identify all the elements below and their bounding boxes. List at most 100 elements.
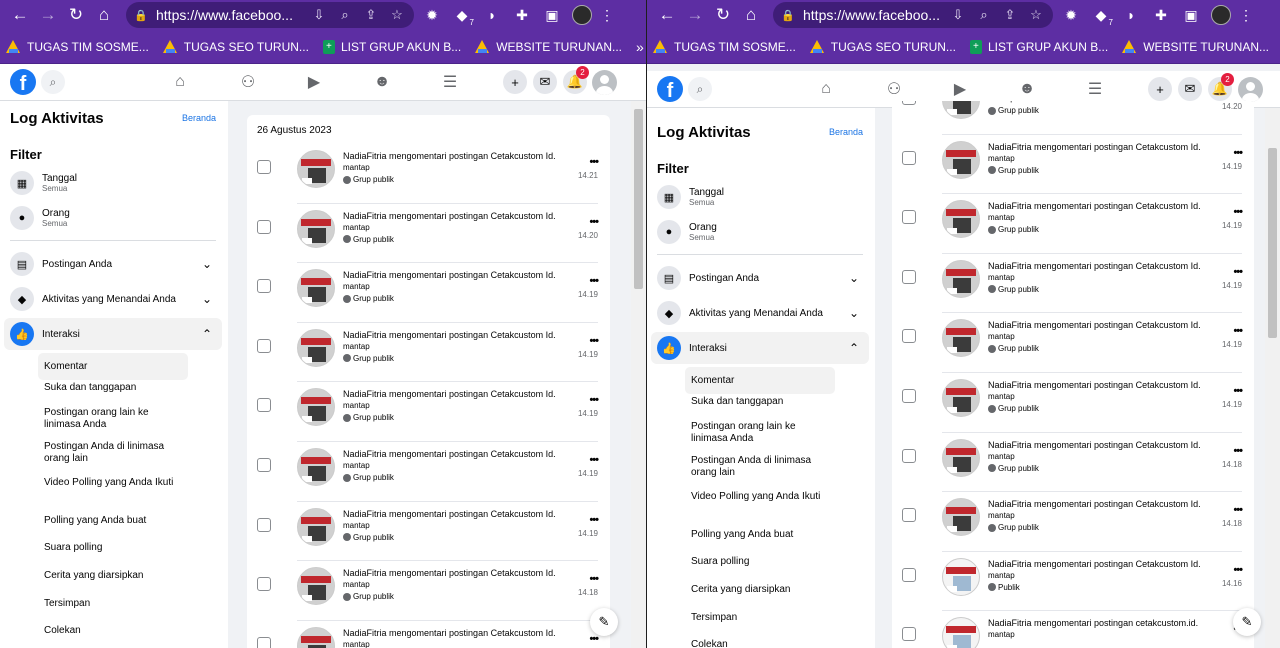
sidebar-section-aktivitas-menandai[interactable]: ◆ Aktivitas yang Menandai Anda ⌄ (651, 297, 869, 329)
row-checkbox[interactable] (257, 398, 271, 413)
back-button[interactable]: ← (6, 1, 34, 29)
sidebar-subitem[interactable]: Suara polling (38, 541, 188, 555)
more-options-icon[interactable]: ••• (589, 394, 599, 406)
more-options-icon[interactable]: ••• (589, 216, 599, 228)
bookmark-item[interactable]: TUGAS TIM SOSME... (653, 40, 796, 54)
row-checkbox[interactable] (902, 508, 916, 523)
bookmark-item[interactable]: WEBSITE TURUNAN... (1122, 40, 1269, 54)
scrollbar-thumb[interactable] (1268, 148, 1277, 338)
activity-row[interactable]: NadiaFitria mengomentari postingan Cetak… (247, 144, 610, 204)
activity-row[interactable]: NadiaFitria mengomentari postingan Cetak… (247, 204, 610, 264)
activity-row[interactable]: NadiaFitria mengomentari postingan Cetak… (892, 373, 1254, 433)
activity-row[interactable]: NadiaFitria mengomentari postingan Cetak… (892, 492, 1254, 552)
more-options-icon[interactable]: ••• (589, 633, 599, 645)
more-options-icon[interactable]: ••• (589, 454, 599, 466)
filter-orang[interactable]: ● Orang Semua (657, 218, 862, 246)
home-nav-icon[interactable]: ⌂ (167, 70, 193, 94)
facebook-search-button[interactable]: ⌕ (41, 70, 65, 94)
groups-nav-icon[interactable]: ☻ (1014, 77, 1040, 101)
home-nav-icon[interactable]: ⌂ (813, 77, 839, 101)
row-checkbox[interactable] (902, 389, 916, 403)
more-options-icon[interactable]: ••• (1233, 504, 1243, 516)
sidebar-subitem[interactable]: Cerita yang diarsipkan (38, 569, 188, 583)
forward-button[interactable]: → (34, 1, 62, 29)
watch-nav-icon[interactable]: ▶ (301, 70, 327, 94)
activity-row[interactable]: NadiaFitria mengomentari postingan Cetak… (247, 263, 610, 323)
facebook-profile-avatar[interactable] (592, 70, 617, 95)
filter-tanggal[interactable]: ▦ Tanggal Semua (657, 183, 862, 211)
row-checkbox[interactable] (902, 150, 916, 165)
facebook-logo-icon[interactable]: f (657, 76, 683, 102)
messenger-icon[interactable]: ✉ (533, 70, 557, 94)
more-options-icon[interactable]: ••• (1233, 325, 1243, 337)
zoom-icon[interactable]: ⌕ (975, 7, 993, 23)
browser-profile-avatar[interactable] (1209, 3, 1233, 27)
home-button[interactable]: ⌂ (737, 1, 765, 29)
beranda-link[interactable]: Beranda (829, 127, 863, 137)
row-checkbox[interactable] (257, 338, 271, 353)
sidebar-subitem[interactable]: Tersimpan (38, 597, 188, 611)
activity-row[interactable]: NadiaFitria mengomentari postingan Cetak… (247, 442, 610, 502)
sidebar-section-postingan[interactable]: ▤ Postingan Anda ⌄ (651, 262, 869, 294)
activity-row[interactable]: NadiaFitria mengomentari postingan Cetak… (892, 552, 1254, 612)
friends-nav-icon[interactable]: ⚇ (881, 77, 907, 101)
activity-row[interactable]: NadiaFitria mengomentari postingan Cetak… (892, 433, 1254, 493)
sidebar-subitem[interactable]: Komentar (38, 353, 188, 380)
activity-row[interactable]: NadiaFitria mengomentari postingan Cetak… (892, 135, 1254, 195)
bookmark-item[interactable]: TUGAS TIM SOSME... (6, 40, 149, 54)
activity-row[interactable]: NadiaFitria mengomentari postingan Cetak… (247, 323, 610, 383)
row-checkbox[interactable] (257, 517, 271, 532)
activity-row[interactable]: NadiaFitria mengomentari postingan Cetak… (892, 254, 1254, 314)
sidebar-subitem[interactable]: Polling yang Anda buat (38, 514, 188, 528)
filter-orang[interactable]: ● Orang Semua (10, 204, 215, 232)
address-bar[interactable]: 🔒 https://www.faceboo... ⇩ ⌕ ⇪ ☆ (126, 2, 414, 28)
more-options-icon[interactable]: ••• (1233, 385, 1243, 397)
sidebar-section-postingan[interactable]: ▤ Postingan Anda ⌄ (4, 248, 222, 280)
row-checkbox[interactable] (902, 567, 916, 582)
new-message-button[interactable]: ✎ (1233, 608, 1261, 636)
bookmark-item[interactable]: WEBSITE TURUNAN... (475, 40, 622, 54)
settings-extension-icon[interactable]: ✹ (420, 3, 444, 27)
filter-tanggal[interactable]: ▦ Tanggal Semua (10, 169, 215, 197)
sidebar-subitem[interactable]: Komentar (685, 367, 835, 394)
more-options-icon[interactable]: ••• (589, 573, 599, 585)
more-options-icon[interactable]: ••• (589, 514, 599, 526)
bookmark-item[interactable]: TUGAS SEO TURUN... (809, 40, 956, 54)
activity-row[interactable]: NadiaFitria mengomentari postingan Cetak… (247, 621, 610, 648)
home-button[interactable]: ⌂ (90, 1, 118, 29)
sidebar-subitem[interactable]: Polling yang Anda buat (685, 528, 835, 542)
more-options-icon[interactable]: ••• (1233, 266, 1243, 278)
puzzle-extension-icon[interactable]: ✚ (510, 3, 534, 27)
forward-button[interactable]: → (681, 1, 709, 29)
scrollbar-thumb[interactable] (634, 109, 643, 289)
row-checkbox[interactable] (257, 636, 271, 648)
messenger-icon[interactable]: ✉ (1178, 77, 1202, 101)
bookmark-item[interactable]: + LIST GRUP AKUN B... (969, 39, 1108, 54)
reload-button[interactable]: ↻ (709, 1, 737, 29)
more-options-icon[interactable]: ••• (1233, 147, 1243, 159)
row-checkbox[interactable] (902, 210, 916, 225)
sidebar-section-interaksi[interactable]: 👍 Interaksi ⌃ (651, 332, 869, 364)
side-panel-icon[interactable]: ▣ (540, 3, 564, 27)
bookmarks-overflow-icon[interactable]: » (636, 39, 644, 55)
facebook-logo-icon[interactable]: f (10, 69, 36, 95)
browser-profile-avatar[interactable] (570, 3, 594, 27)
puzzle-extension-icon[interactable]: ✚ (1149, 3, 1173, 27)
row-checkbox[interactable] (902, 627, 916, 642)
create-button[interactable]: + (503, 70, 527, 94)
row-checkbox[interactable] (902, 329, 916, 344)
new-message-button[interactable]: ✎ (590, 608, 618, 636)
more-options-icon[interactable]: ••• (1233, 206, 1243, 218)
activity-row[interactable]: NadiaFitria mengomentari postingan Cetak… (247, 502, 610, 562)
zoom-icon[interactable]: ⌕ (336, 7, 354, 23)
color-extension-icon[interactable]: ◗ (480, 3, 504, 27)
activity-row[interactable]: NadiaFitria mengomentari postingan Cetak… (892, 313, 1254, 373)
bookmark-star-icon[interactable]: ☆ (1027, 7, 1045, 23)
install-app-icon[interactable]: ⇩ (310, 7, 328, 23)
activity-row[interactable]: NadiaFitria mengomentari postingan Cetak… (892, 194, 1254, 254)
more-options-icon[interactable]: ••• (589, 335, 599, 347)
color-extension-icon[interactable]: ◗ (1119, 3, 1143, 27)
row-checkbox[interactable] (902, 269, 916, 284)
bookmark-item[interactable]: + LIST GRUP AKUN B... (322, 39, 461, 54)
row-checkbox[interactable] (257, 458, 271, 472)
